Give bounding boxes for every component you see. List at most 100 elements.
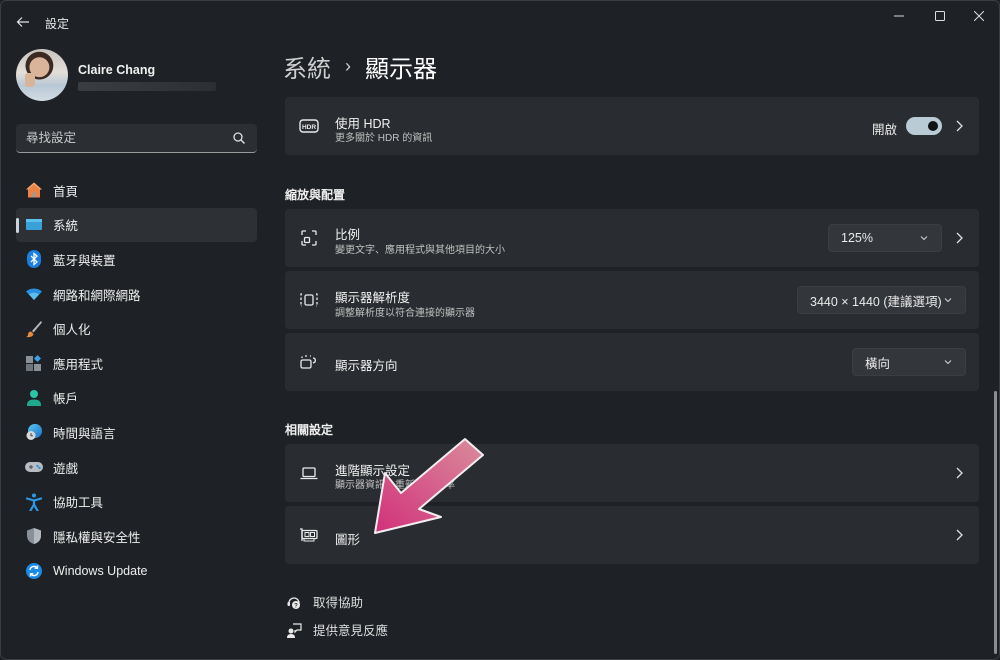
help-icon: ? [285,593,303,611]
orientation-dropdown-value: 橫向 [865,356,891,371]
back-arrow-icon [16,17,29,27]
scale-icon [299,228,319,248]
scale-subtitle: 變更文字、應用程式與其他項目的大小 [335,245,505,256]
apps-icon [24,353,44,373]
chevron-down-icon [920,236,928,241]
sidebar-item-network[interactable]: 網路和網際網路 [16,277,257,312]
windows-update-icon [24,561,44,581]
sidebar-item-system[interactable]: 系統 [16,207,257,243]
shield-icon [24,526,44,546]
bluetooth-icon [24,249,44,269]
app-title: 設定 [45,17,70,31]
close-icon [974,11,984,21]
sidebar-item-label: 藍牙與裝置 [53,253,116,268]
account-icon [24,388,44,408]
paintbrush-icon [24,319,44,339]
chevron-right-icon [953,528,965,542]
sidebar-item-label: 首頁 [53,184,79,199]
sidebar-item-gaming[interactable]: 遊戲 [16,450,257,485]
resolution-card: 顯示器解析度 調整解析度以符合連接的顯示器 3440 × 1440 (建議選項) [285,271,979,329]
resolution-subtitle: 調整解析度以符合連接的顯示器 [335,308,475,319]
svg-text:?: ? [294,603,298,609]
feedback-icon [285,621,303,639]
maximize-icon [935,11,945,21]
search-input[interactable] [26,131,226,145]
sidebar-item-time-language[interactable]: 時間與語言 [16,415,257,450]
sidebar-item-label: 時間與語言 [53,426,116,441]
resolution-dropdown[interactable]: 3440 × 1440 (建議選項) [797,286,966,314]
system-display-icon [24,215,44,235]
hdr-learn-more[interactable]: 更多關於 HDR 的資訊 [335,129,432,144]
sidebar-item-label: Windows Update [53,563,148,578]
avatar[interactable] [16,49,68,101]
resolution-icon [299,290,319,310]
sidebar-item-label: 帳戶 [53,392,79,407]
scale-dropdown[interactable]: 125% [828,224,942,252]
sidebar-item-windows-update[interactable]: Windows Update [16,554,257,589]
close-button[interactable] [959,5,999,27]
hdr-card[interactable]: HDR 使用 HDR 更多關於 HDR 的資訊 開啟 [285,97,979,155]
scale-dropdown-value: 125% [841,231,873,245]
orientation-card: 顯示器方向 橫向 [285,333,979,391]
profile-name: Claire Chang [78,63,156,77]
sidebar-item-accounts[interactable]: 帳戶 [16,381,257,416]
sidebar-item-bluetooth[interactable]: 藍牙與裝置 [16,242,257,277]
sidebar-item-apps[interactable]: 應用程式 [16,346,257,381]
get-help-link[interactable]: ? 取得協助 [285,592,363,611]
hdr-icon: HDR [299,116,319,136]
minimize-icon [894,15,904,17]
chevron-right-icon [953,119,965,133]
hdr-toggle[interactable] [906,117,942,135]
sidebar-item-label: 系統 [53,219,79,234]
minimize-button[interactable] [879,5,919,27]
toggle-knob [928,121,938,131]
section-heading-related: 相關設定 [285,423,334,437]
active-indicator [16,217,19,233]
sidebar-item-label: 遊戲 [53,461,79,476]
laptop-icon [299,463,319,483]
chevron-right-icon [953,466,965,480]
search-box[interactable] [16,124,257,153]
sidebar-item-label: 應用程式 [53,357,104,372]
graphics-card-icon [299,525,319,545]
resolution-dropdown-value: 3440 × 1440 (建議選項) [810,294,942,309]
gamepad-icon [24,457,44,477]
sidebar-item-label: 隱私權與安全性 [53,530,141,545]
sidebar-item-privacy-security[interactable]: 隱私權與安全性 [16,519,257,554]
sidebar-item-label: 協助工具 [53,496,104,511]
sidebar-nav: 首頁 系統 藍牙與裝置 網路和網際網路 個人化 應用程式 帳戶 時間與語言 遊戲… [16,173,257,588]
sidebar-item-label: 網路和網際網路 [53,288,141,303]
chevron-down-icon [944,298,952,303]
section-heading-scale-layout: 縮放與配置 [285,188,346,202]
sidebar-item-home[interactable]: 首頁 [16,173,257,208]
get-help-label: 取得協助 [313,596,364,610]
orientation-icon [299,352,319,372]
graphics-title: 圖形 [335,533,361,547]
give-feedback-link[interactable]: 提供意見反應 [285,620,388,639]
accessibility-icon [24,492,44,512]
chevron-down-icon [944,360,952,365]
graphics-card[interactable]: 圖形 [285,506,979,564]
maximize-button[interactable] [920,5,960,27]
search-icon[interactable] [232,131,246,145]
wifi-icon [24,284,44,304]
breadcrumb: 系統 › 顯示器 [283,49,437,84]
sidebar-item-personalization[interactable]: 個人化 [16,311,257,346]
orientation-dropdown[interactable]: 橫向 [852,348,966,376]
settings-window: 設定 Claire Chang 首頁 [0,0,1000,660]
title-bar: 設定 [1,1,999,43]
breadcrumb-parent[interactable]: 系統 [283,49,331,84]
profile-email-redacted [78,82,216,91]
page-title: 顯示器 [365,56,437,83]
breadcrumb-separator: › [345,56,351,76]
home-icon [24,180,44,200]
chevron-right-icon [953,231,965,245]
sidebar-item-accessibility[interactable]: 協助工具 [16,484,257,519]
back-button[interactable] [11,11,35,33]
advanced-display-subtitle: 顯示器資訊、重新整理頻率 [335,480,455,491]
advanced-display-card[interactable]: 進階顯示設定 顯示器資訊、重新整理頻率 [285,444,979,502]
vertical-scrollbar[interactable] [994,391,997,654]
hdr-toggle-state: 開啟 [871,123,897,137]
scale-card[interactable]: 比例 變更文字、應用程式與其他項目的大小 125% [285,209,979,267]
sidebar-item-label: 個人化 [53,323,91,338]
